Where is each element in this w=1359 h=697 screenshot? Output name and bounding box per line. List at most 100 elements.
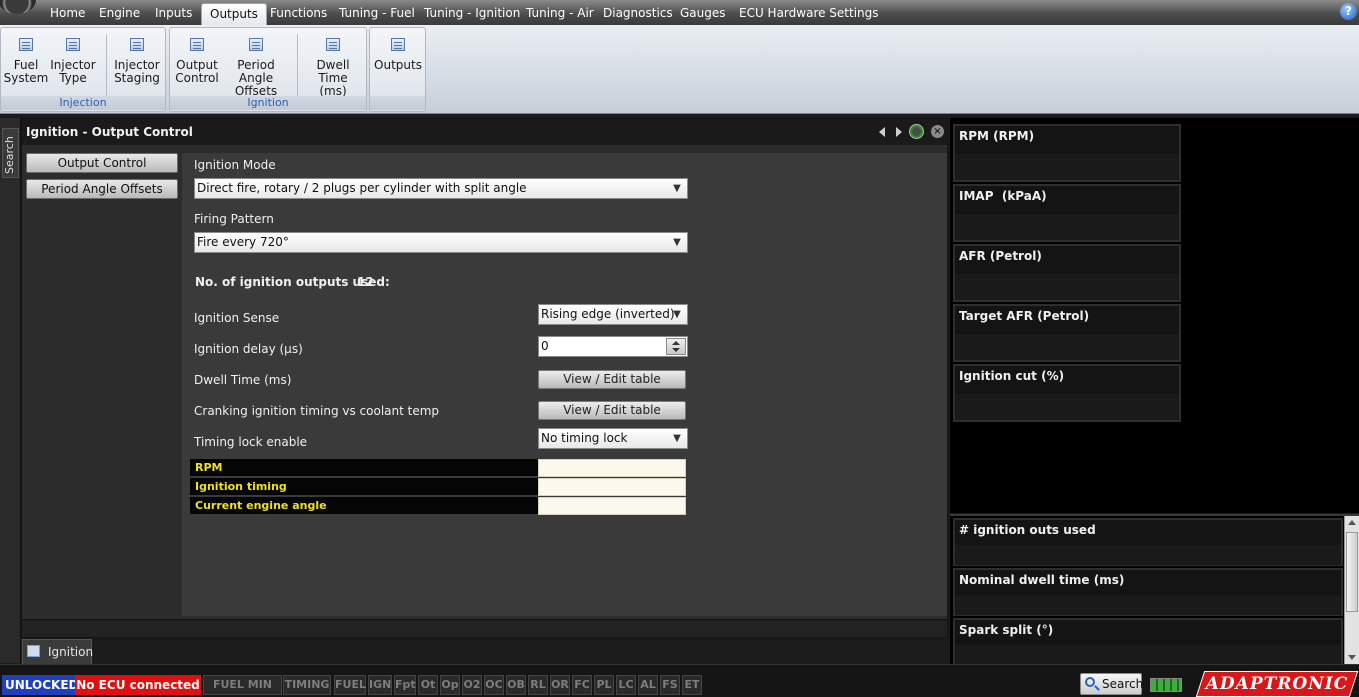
ribbon-group-ignition: Output Control Period Angle Offsets Dwel… — [169, 27, 367, 112]
search-tab[interactable]: Search — [2, 128, 19, 178]
gauge-spark-split: Spark split (°) — [953, 618, 1343, 666]
status-flag: Ot — [418, 675, 438, 695]
chevron-down-icon: ▼ — [673, 309, 681, 320]
dwell-time-label: Dwell Time (ms) — [194, 373, 292, 387]
ribbon-fuel-system-button[interactable]: Fuel System — [3, 32, 49, 94]
gauge-value-area — [955, 595, 1341, 615]
ribbon-injector-type-button[interactable]: Injector Type — [49, 32, 97, 94]
live-value-row: Ignition timing — [190, 478, 686, 496]
gauge-label: IMAP (kPaA) — [959, 189, 1047, 203]
ignition-delay-input[interactable]: 0 — [538, 336, 688, 357]
ribbon-group-label: Ignition — [170, 96, 366, 110]
ribbon-output-control-button[interactable]: Output Control — [173, 32, 221, 94]
previous-arrow-icon[interactable] — [879, 127, 885, 137]
table-icon — [190, 38, 204, 51]
live-rpm-label: RPM — [195, 461, 223, 474]
gauge-value-area — [955, 214, 1179, 240]
ignition-mode-select[interactable]: Direct fire, rotary / 2 plugs per cylind… — [194, 178, 688, 199]
menu-engine[interactable]: Engine — [91, 3, 148, 25]
status-flag: OR — [550, 675, 570, 695]
nav-period-angle-offsets-button[interactable]: Period Angle Offsets — [26, 179, 178, 199]
live-ignition-timing-value — [538, 478, 686, 496]
search-tab-label: Search — [3, 136, 16, 174]
status-search-button[interactable]: Search — [1080, 673, 1143, 695]
live-value-row: RPM — [190, 459, 686, 477]
search-icon — [1085, 677, 1095, 687]
gauge-value-area — [955, 545, 1341, 565]
gauge-afr: AFR (Petrol) — [953, 244, 1181, 302]
lock-status-badge: UNLOCKED — [2, 675, 82, 695]
status-flag: Op — [440, 675, 460, 695]
ribbon-injector-staging-button[interactable]: Injector Staging — [111, 32, 163, 94]
ribbon-outputs-button[interactable]: Outputs — [373, 32, 423, 94]
ribbon-button-label: Outputs — [374, 58, 422, 72]
status-flag: FUEL — [334, 675, 366, 695]
ribbon-dwell-time-button[interactable]: Dwell Time (ms) — [302, 32, 364, 98]
scroll-up-icon[interactable] — [1348, 520, 1356, 525]
gauge-panel-top: RPM (RPM) IMAP (kPaA) AFR (Petrol) Targe… — [950, 118, 1359, 513]
table-icon — [130, 38, 144, 51]
menu-ecu-hardware-settings[interactable]: ECU Hardware Settings — [731, 3, 887, 25]
ribbon-button-label: Fuel System — [3, 58, 49, 85]
menu-tuning-ignition[interactable]: Tuning - Ignition — [416, 3, 528, 25]
ignition-sense-select[interactable]: Rising edge (inverted) ▼ — [538, 304, 688, 325]
adaptronic-logo: ADAPTRONIC — [1195, 671, 1359, 697]
live-ignition-timing-label: Ignition timing — [195, 480, 287, 493]
gauge-label: RPM (RPM) — [959, 129, 1035, 143]
spinner-arrows-icon[interactable] — [666, 338, 686, 355]
ribbon-group-injection: Fuel System Injector Type Injector Stagi… — [0, 27, 166, 112]
status-flag: PL — [594, 675, 614, 695]
status-flag: TIMING — [283, 675, 331, 695]
table-icon — [27, 645, 40, 657]
nav-output-control-button[interactable]: Output Control — [26, 153, 178, 173]
firing-pattern-value: Fire every 720° — [197, 235, 289, 249]
ignition-delay-value: 0 — [541, 339, 549, 353]
menu-outputs[interactable]: Outputs — [201, 3, 267, 25]
ignition-sense-label: Ignition Sense — [194, 311, 280, 325]
connection-status-badge: No ECU connected — [75, 675, 201, 695]
output-control-panel: Ignition - Output Control × Output Contr… — [21, 118, 948, 638]
live-value-row: Current engine angle — [190, 497, 686, 515]
vertical-scrollbar[interactable] — [1344, 516, 1359, 664]
close-icon[interactable]: × — [931, 125, 944, 138]
ribbon-group-outputs: Outputs — [369, 27, 426, 112]
status-flag: OB — [506, 675, 526, 695]
gauge-target-afr: Target AFR (Petrol) — [953, 304, 1181, 362]
scroll-down-icon[interactable] — [1348, 655, 1356, 660]
gauge-icon[interactable] — [909, 124, 924, 139]
ribbon-period-angle-offsets-button[interactable]: Period Angle Offsets — [221, 32, 291, 98]
live-engine-angle-value — [538, 497, 686, 515]
app-menu-orb[interactable] — [0, 0, 36, 14]
ribbon: Fuel System Injector Type Injector Stagi… — [0, 25, 1359, 114]
tab-ignition[interactable]: Ignition — [22, 639, 93, 664]
menu-functions[interactable]: Functions — [262, 3, 335, 25]
status-flag: O2 — [462, 675, 482, 695]
dwell-time-edit-table-button[interactable]: View / Edit table — [538, 370, 686, 389]
status-flag: OC — [484, 675, 504, 695]
document-tabbar: Ignition — [21, 638, 948, 664]
ribbon-separator — [297, 34, 298, 96]
chevron-down-icon: ▼ — [673, 237, 681, 248]
help-icon[interactable]: ? — [1340, 3, 1357, 20]
cranking-timing-edit-table-button[interactable]: View / Edit table — [538, 401, 686, 420]
panel-footer — [22, 619, 947, 637]
timing-lock-value: No timing lock — [541, 431, 628, 445]
status-flag: ET — [682, 675, 702, 695]
menu-bar: Home Engine Inputs Outputs Functions Tun… — [0, 0, 1359, 25]
menu-tuning-fuel[interactable]: Tuning - Fuel — [331, 3, 423, 25]
timing-lock-select[interactable]: No timing lock ▼ — [538, 428, 688, 449]
status-bar: UNLOCKED No ECU connected FUEL MIN PW TI… — [0, 664, 1359, 697]
menu-inputs[interactable]: Inputs — [147, 3, 200, 25]
menu-tuning-air[interactable]: Tuning - Air — [518, 3, 602, 25]
battery-icon — [1150, 678, 1182, 692]
firing-pattern-select[interactable]: Fire every 720° ▼ — [194, 232, 688, 253]
next-arrow-icon[interactable] — [896, 127, 902, 137]
menu-home[interactable]: Home — [42, 3, 93, 25]
gauge-label: Nominal dwell time (ms) — [959, 573, 1125, 587]
menu-diagnostics[interactable]: Diagnostics — [595, 3, 681, 25]
status-flag: RL — [528, 675, 548, 695]
menu-gauges[interactable]: Gauges — [672, 3, 734, 25]
table-icon — [66, 38, 80, 51]
scroll-thumb[interactable] — [1346, 532, 1358, 612]
table-icon — [326, 38, 340, 51]
